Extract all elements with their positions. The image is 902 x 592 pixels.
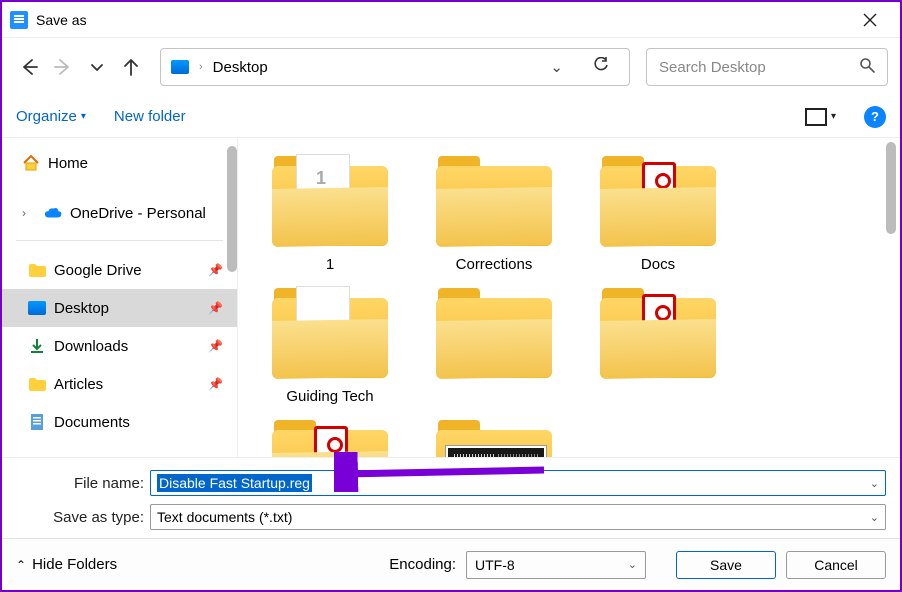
nav-row: › Desktop ⌄ Search Desktop xyxy=(2,38,900,96)
close-button[interactable] xyxy=(848,2,892,38)
search-icon xyxy=(859,57,875,78)
pin-icon: 📌 xyxy=(208,263,223,277)
folder-item[interactable]: Guiding Tech xyxy=(262,280,398,408)
address-bar[interactable]: › Desktop ⌄ xyxy=(160,48,630,86)
tree-item-onedrive[interactable]: › OneDrive - Personal xyxy=(2,194,237,232)
refresh-button[interactable] xyxy=(583,57,619,77)
back-button[interactable] xyxy=(14,52,44,82)
pin-icon: 📌 xyxy=(208,377,223,391)
tree-item-desktop[interactable]: Desktop 📌 xyxy=(2,289,237,327)
cancel-button[interactable]: Cancel xyxy=(786,551,886,579)
navigation-pane: Home › OneDrive - Personal Google Drive … xyxy=(2,138,238,457)
tree-item-home[interactable]: Home xyxy=(2,144,237,182)
app-icon xyxy=(10,11,28,29)
recent-locations-button[interactable] xyxy=(82,52,112,82)
folder-icon xyxy=(272,288,388,380)
tree-item-downloads[interactable]: Downloads 📌 xyxy=(2,327,237,365)
footer: ⌃ Hide Folders Encoding: UTF-8 ⌄ Save Ca… xyxy=(2,538,900,590)
save-as-type-label: Save as type: xyxy=(16,509,144,526)
file-name-value: Disable Fast Startup.reg xyxy=(157,474,312,492)
thumbnail xyxy=(446,446,546,457)
file-name-field[interactable]: Disable Fast Startup.reg ⌄ xyxy=(150,470,886,496)
folder-icon xyxy=(272,420,388,457)
nav-scrollbar[interactable] xyxy=(227,146,237,272)
chevron-down-icon[interactable]: ⌄ xyxy=(540,58,573,76)
download-icon xyxy=(28,337,46,355)
folder-item[interactable]: 1 1 xyxy=(262,148,398,276)
encoding-value: UTF-8 xyxy=(475,557,515,573)
content-scrollbar[interactable] xyxy=(886,142,896,234)
chevron-down-icon: ⌄ xyxy=(628,558,637,571)
breadcrumb-location[interactable]: Desktop xyxy=(213,59,268,76)
chevron-right-icon: › xyxy=(199,61,203,73)
document-icon xyxy=(28,413,46,431)
chevron-down-icon[interactable]: ⌄ xyxy=(870,511,879,524)
folder-icon xyxy=(436,420,552,457)
tree-item-articles[interactable]: Articles 📌 xyxy=(2,365,237,403)
chevron-up-icon: ⌃ xyxy=(16,558,26,572)
home-icon xyxy=(22,154,40,172)
folder-item[interactable]: Corrections xyxy=(426,148,562,276)
window-title: Save as xyxy=(36,12,87,28)
item-label: Corrections xyxy=(456,256,533,276)
file-grid[interactable]: 1 1 Corrections Docs xyxy=(238,138,900,457)
item-label: Guiding Tech xyxy=(286,388,373,408)
folder-icon xyxy=(28,375,46,393)
pin-icon: 📌 xyxy=(208,301,223,315)
item-label: Docs xyxy=(641,256,675,276)
folder-icon xyxy=(436,156,552,248)
new-folder-button[interactable]: New folder xyxy=(114,108,186,125)
view-mode-button[interactable]: ▾ xyxy=(805,102,836,132)
desktop-icon xyxy=(171,60,189,74)
forward-button[interactable] xyxy=(48,52,78,82)
folder-item[interactable] xyxy=(262,412,398,457)
save-as-dialog: Save as › Desktop ⌄ Se xyxy=(0,0,902,592)
encoding-select[interactable]: UTF-8 ⌄ xyxy=(466,551,646,579)
divider xyxy=(16,240,223,241)
save-form: File name: Disable Fast Startup.reg ⌄ Sa… xyxy=(2,457,900,538)
folder-icon xyxy=(600,288,716,380)
search-placeholder: Search Desktop xyxy=(659,59,766,76)
item-label: 1 xyxy=(326,256,334,276)
help-button[interactable]: ? xyxy=(864,106,886,128)
folder-item[interactable] xyxy=(426,280,562,408)
up-button[interactable] xyxy=(116,52,146,82)
folder-item[interactable] xyxy=(590,280,726,408)
folder-icon: 1 xyxy=(272,156,388,248)
main-area: Home › OneDrive - Personal Google Drive … xyxy=(2,138,900,457)
file-name-label: File name: xyxy=(16,475,144,492)
tree-item-google-drive[interactable]: Google Drive 📌 xyxy=(2,251,237,289)
encoding-label: Encoding: xyxy=(389,556,456,573)
cloud-icon xyxy=(44,204,62,222)
hide-folders-button[interactable]: ⌃ Hide Folders xyxy=(16,556,117,573)
folder-item[interactable]: Docs xyxy=(590,148,726,276)
tree-item-documents[interactable]: Documents xyxy=(2,403,237,441)
chevron-right-icon[interactable]: › xyxy=(22,206,36,220)
view-icon xyxy=(805,108,827,126)
folder-icon xyxy=(28,261,46,279)
toolbar: Organize▾ New folder ▾ ? xyxy=(2,96,900,138)
pin-icon: 📌 xyxy=(208,339,223,353)
chevron-down-icon[interactable]: ⌄ xyxy=(870,477,879,490)
folder-icon xyxy=(436,288,552,380)
save-button[interactable]: Save xyxy=(676,551,776,579)
search-input[interactable]: Search Desktop xyxy=(646,48,888,86)
folder-item[interactable] xyxy=(426,412,562,457)
caret-down-icon: ▾ xyxy=(831,111,836,122)
save-as-type-field[interactable]: Text documents (*.txt) ⌄ xyxy=(150,504,886,530)
titlebar: Save as xyxy=(2,2,900,38)
organize-button[interactable]: Organize▾ xyxy=(16,108,86,125)
desktop-icon xyxy=(28,301,46,315)
caret-down-icon: ▾ xyxy=(81,111,86,122)
save-as-type-value: Text documents (*.txt) xyxy=(157,509,292,525)
folder-icon xyxy=(600,156,716,248)
